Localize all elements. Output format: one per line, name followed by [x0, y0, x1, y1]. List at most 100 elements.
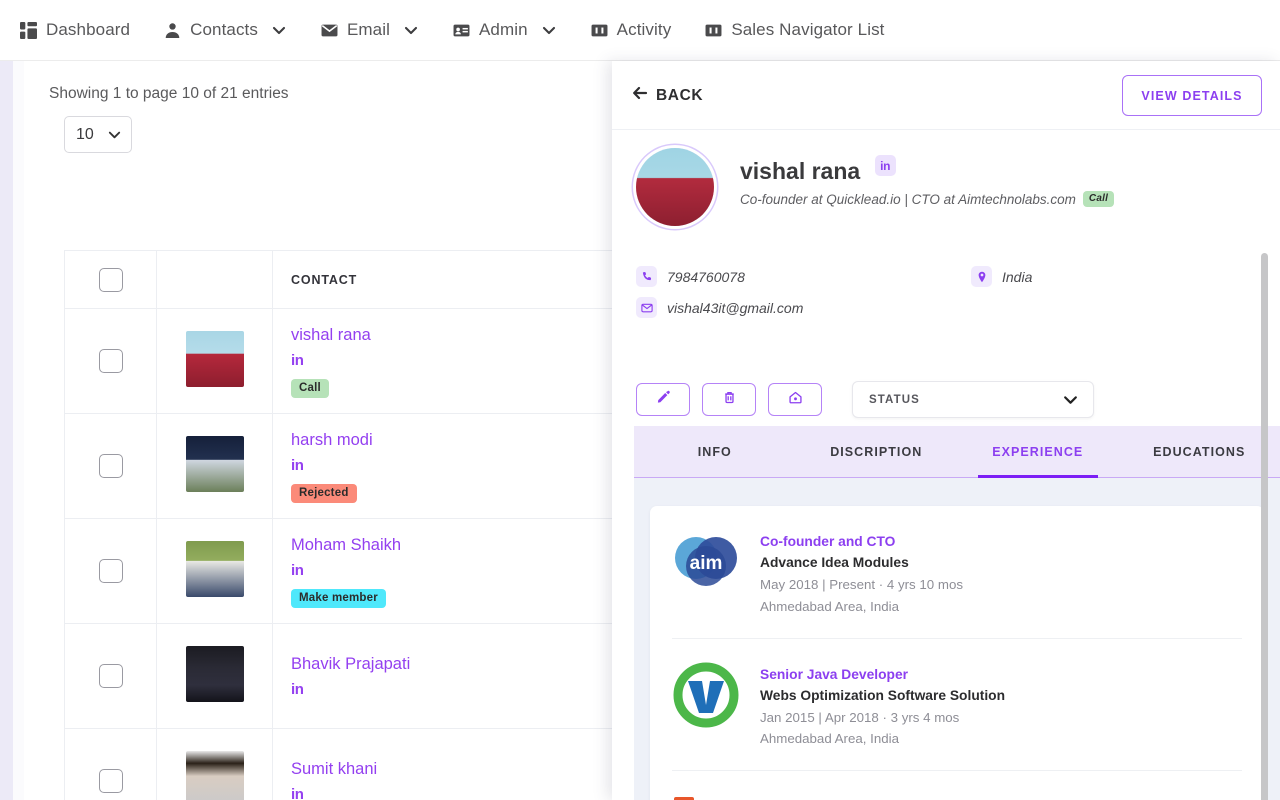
row-avatar-cell [156, 308, 273, 414]
nav-item-email[interactable]: Email [321, 20, 419, 40]
nav-label: Dashboard [46, 20, 131, 39]
pencil-icon [656, 390, 671, 410]
person-headline: Co-founder at Quicklead.io | CTO at Aimt… [740, 191, 1076, 207]
row-checkbox[interactable] [98, 454, 123, 478]
nav-item-sales-navigator-list[interactable]: Sales Navigator List [705, 20, 884, 40]
row-checkbox[interactable] [98, 349, 123, 373]
company-logo: aim [672, 528, 740, 596]
contacts-table-head: CONTACT [64, 250, 620, 309]
select-all-checkbox[interactable] [98, 267, 123, 292]
linkedin-icon[interactable]: in [291, 352, 304, 369]
email-field[interactable]: vishal43it@gmail.com [636, 297, 803, 318]
nav-item-admin[interactable]: Admin [453, 20, 557, 40]
tab-info[interactable]: INFO [634, 426, 796, 477]
detail-scrollbar-thumb[interactable] [1261, 253, 1268, 800]
nav-label: Sales Navigator List [731, 20, 885, 39]
page-size-value: 10 [76, 125, 94, 143]
row-checkbox[interactable] [98, 664, 123, 688]
contact-name-link[interactable]: Sumit khani [291, 758, 620, 782]
detail-action-buttons [636, 383, 822, 416]
table-row[interactable]: Bhavik Prajapati in [64, 623, 620, 729]
linkedin-icon[interactable]: in [291, 786, 304, 800]
trash-icon [722, 390, 737, 410]
person-name-row: vishal rana in [740, 155, 896, 185]
left-rail-strip [0, 61, 13, 800]
row-checkbox[interactable] [98, 559, 123, 583]
experience-item: Junior Java DeveloperIContainersDec 2013… [672, 771, 1242, 800]
back-button[interactable]: BACK [632, 85, 703, 106]
contact-name-link[interactable]: vishal rana [291, 324, 620, 348]
contact-column-label: CONTACT [291, 272, 358, 287]
experience-company: Advance Idea Modules [760, 555, 909, 571]
edit-button[interactable] [636, 383, 690, 416]
linkedin-icon[interactable]: in [291, 562, 304, 579]
avatar [185, 750, 244, 800]
table-header-row: CONTACT [64, 250, 620, 309]
home-tag-icon [788, 390, 803, 410]
location-pin-icon [971, 266, 992, 287]
row-select-cell [64, 413, 157, 519]
experience-location: Ahmedabad Area, India [760, 598, 899, 614]
contact-name-link[interactable]: Moham Shaikh [291, 534, 620, 558]
top-navigation-bar: Dashboard Contacts Email Admin Activity … [0, 0, 1280, 61]
status-select[interactable]: STATUS [852, 381, 1094, 418]
experience-title[interactable]: Senior Java Developer [760, 664, 1005, 685]
row-contact-cell: harsh modi in Rejected [272, 413, 620, 519]
contacts-list-panel: Showing 1 to page 10 of 21 entries 10 CO… [24, 61, 620, 800]
tab-experience[interactable]: EXPERIENCE [957, 426, 1119, 479]
nav-item-activity[interactable]: Activity [591, 20, 672, 40]
row-contact-cell: Moham Shaikh in Make member [272, 518, 620, 624]
table-row[interactable]: Moham Shaikh in Make member [64, 518, 620, 624]
avatar [185, 435, 244, 492]
table-row[interactable]: vishal rana in Call [64, 308, 620, 414]
id-card-icon [453, 22, 470, 39]
person-headline-row: Co-founder at Quicklead.io | CTO at Aimt… [740, 191, 1115, 207]
phone-value: 7984760078 [667, 268, 745, 285]
delete-button[interactable] [702, 383, 756, 416]
experience-dates: Jan 2015 | Apr 2018 · 3 yrs 4 mos [760, 709, 960, 725]
chevron-down-icon[interactable] [403, 22, 419, 38]
chevron-down-icon [1062, 391, 1079, 408]
experience-title[interactable]: Junior Java Developer [760, 796, 958, 800]
company-logo [672, 793, 740, 800]
app-root: Dashboard Contacts Email Admin Activity … [0, 0, 1280, 800]
linkedin-icon[interactable]: in [291, 457, 304, 474]
contact-info-row-1: 7984760078 India [636, 261, 1256, 292]
experience-text: Junior Java DeveloperIContainersDec 2013… [760, 793, 958, 800]
detail-scrollbar-track[interactable] [1261, 157, 1274, 800]
table-row[interactable]: Sumit khani in [64, 728, 620, 800]
row-avatar-cell [156, 413, 273, 519]
experience-title[interactable]: Co-founder and CTO [760, 531, 963, 552]
experience-card: aim Co-founder and CTO Advance Idea Module… [650, 506, 1264, 800]
chevron-down-icon[interactable] [541, 22, 557, 38]
row-contact-cell: Sumit khani in [272, 728, 620, 800]
contacts-table-body: vishal rana in Call harsh modi in Rejected Moh… [64, 308, 620, 800]
contact-name-link[interactable]: Bhavik Prajapati [291, 653, 620, 677]
detail-tabs: INFO DISCRIPTION EXPERIENCE EDUCATIONS [634, 426, 1280, 479]
tag-button[interactable] [768, 383, 822, 416]
page-size-select[interactable]: 10 [64, 116, 132, 153]
linkedin-icon[interactable]: in [291, 681, 304, 698]
experience-location: Ahmedabad Area, India [760, 731, 899, 747]
row-select-cell [64, 623, 157, 729]
nav-label: Activity [616, 20, 672, 39]
view-details-button[interactable]: VIEW DETAILS [1122, 75, 1262, 116]
row-checkbox[interactable] [98, 769, 123, 793]
sales-navigator-icon [705, 22, 722, 39]
linkedin-icon[interactable]: in [874, 155, 896, 176]
table-row[interactable]: harsh modi in Rejected [64, 413, 620, 519]
phone-field[interactable]: 7984760078 [636, 266, 745, 287]
row-select-cell [64, 308, 157, 414]
dashboard-grid-icon [20, 21, 37, 39]
detail-header: BACK VIEW DETAILS [612, 61, 1280, 130]
experience-text: Co-founder and CTO Advance Idea Modules Ma… [760, 528, 963, 618]
contact-name-link[interactable]: harsh modi [291, 429, 620, 453]
location-field: India [971, 266, 1032, 287]
row-avatar-cell [156, 623, 273, 729]
chevron-down-icon[interactable] [271, 22, 287, 38]
experience-text: Senior Java Developer Webs Optimization S… [760, 661, 1005, 751]
nav-item-contacts[interactable]: Contacts [164, 20, 287, 40]
tab-educations[interactable]: EDUCATIONS [1119, 426, 1280, 477]
tab-discription[interactable]: DISCRIPTION [796, 426, 958, 477]
nav-item-dashboard[interactable]: Dashboard [20, 20, 130, 40]
